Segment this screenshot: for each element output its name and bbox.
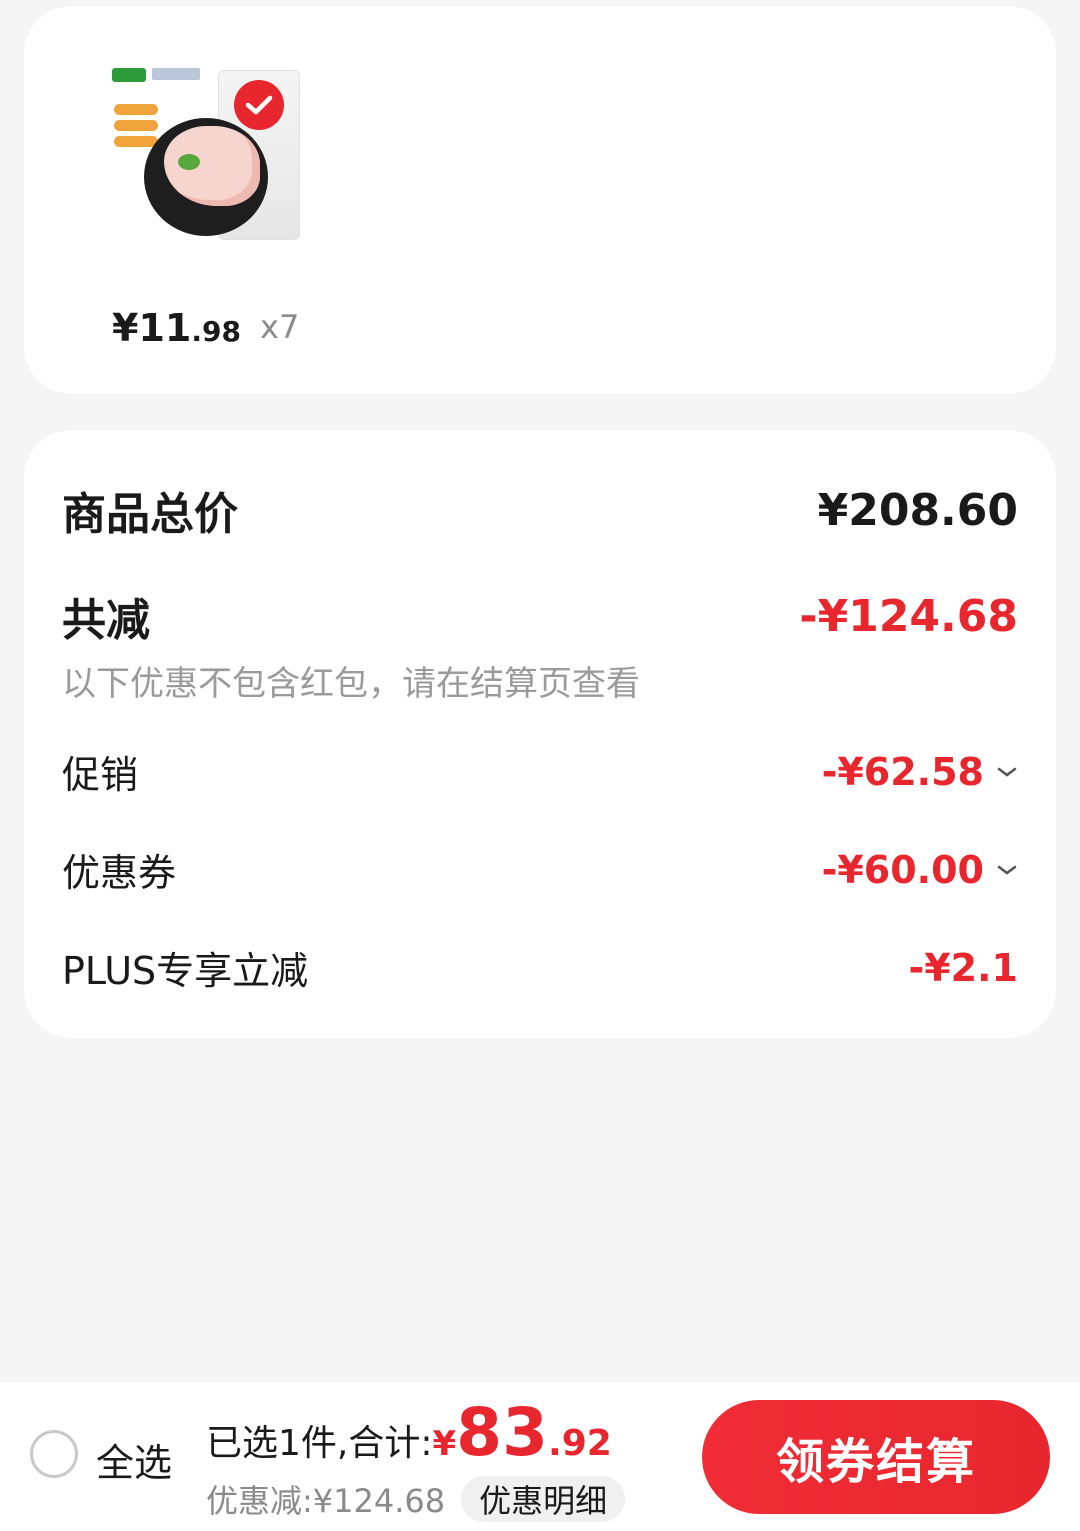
discount-amount: 优惠减:¥124.68: [206, 1482, 446, 1520]
plus-discount-value: -¥2.1: [908, 945, 1018, 990]
discount-summary: 优惠减:¥124.68 优惠明细: [206, 1476, 626, 1522]
select-all-label[interactable]: 全选: [96, 1432, 172, 1487]
promotion-label: 促销: [62, 753, 139, 797]
price-integer: ¥11: [112, 306, 192, 350]
total-reduce-label: 共减: [62, 595, 150, 646]
selected-check-icon[interactable]: [234, 80, 284, 130]
coupon-value[interactable]: -¥60.00: [822, 848, 1018, 892]
currency-symbol: ¥: [432, 1424, 457, 1464]
total-price-label: 商品总价: [62, 489, 238, 540]
discount-detail-button[interactable]: 优惠明细: [461, 1476, 626, 1522]
total-integer: 83: [456, 1394, 549, 1471]
coupon-amount: -¥60.00: [821, 847, 984, 892]
promotion-amount: -¥62.58: [821, 749, 984, 794]
total-reduce-value: -¥124.68: [799, 590, 1018, 642]
product-tag: [114, 104, 158, 115]
promotion-value[interactable]: -¥62.58: [822, 750, 1018, 794]
product-card: ¥11 .98 x7: [24, 6, 1056, 394]
promotion-row[interactable]: 促销 -¥62.58: [62, 744, 1018, 799]
product-quantity: x7: [260, 308, 300, 346]
total-reduce-row: 共减 -¥124.68: [62, 584, 1018, 648]
coupon-row[interactable]: 优惠券 -¥60.00: [62, 842, 1018, 897]
total-price-row: 商品总价 ¥208.60: [62, 478, 1018, 542]
selected-total: 已选1件,合计: ¥ 83 .92: [206, 1400, 612, 1466]
herb-garnish: [178, 154, 200, 170]
plus-discount-label: PLUS专享立减: [62, 949, 309, 993]
coupon-label: 优惠券: [62, 851, 177, 895]
selected-total-label: 已选1件,合计:: [206, 1423, 433, 1464]
product-tag: [114, 120, 158, 131]
total-decimal: .92: [548, 1423, 612, 1464]
chevron-down-icon[interactable]: [996, 766, 1018, 778]
chevron-down-icon[interactable]: [996, 864, 1018, 876]
total-price-value: ¥208.60: [817, 484, 1018, 536]
select-all-radio[interactable]: [30, 1430, 78, 1478]
product-tag: [114, 136, 158, 147]
cart-page: ¥11 .98 x7 商品总价 ¥208.60 共减 -¥124.68 以下优惠…: [0, 0, 1080, 1531]
brand-logo: [112, 68, 146, 82]
checkout-button[interactable]: 领券结算: [702, 1400, 1050, 1514]
discount-note: 以下优惠不包含红包，请在结算页查看: [62, 664, 640, 704]
price-summary-card: 商品总价 ¥208.60 共减 -¥124.68 以下优惠不包含红包，请在结算页…: [24, 430, 1056, 1038]
brand-logo-secondary: [152, 68, 200, 80]
price-decimal: .98: [191, 315, 241, 348]
product-price: ¥11 .98: [112, 306, 241, 356]
plus-discount-row: PLUS专享立减 -¥2.1: [62, 940, 1018, 995]
checkout-bar: 全选 已选1件,合计: ¥ 83 .92 优惠减:¥124.68 优惠明细 领券…: [0, 1382, 1080, 1531]
